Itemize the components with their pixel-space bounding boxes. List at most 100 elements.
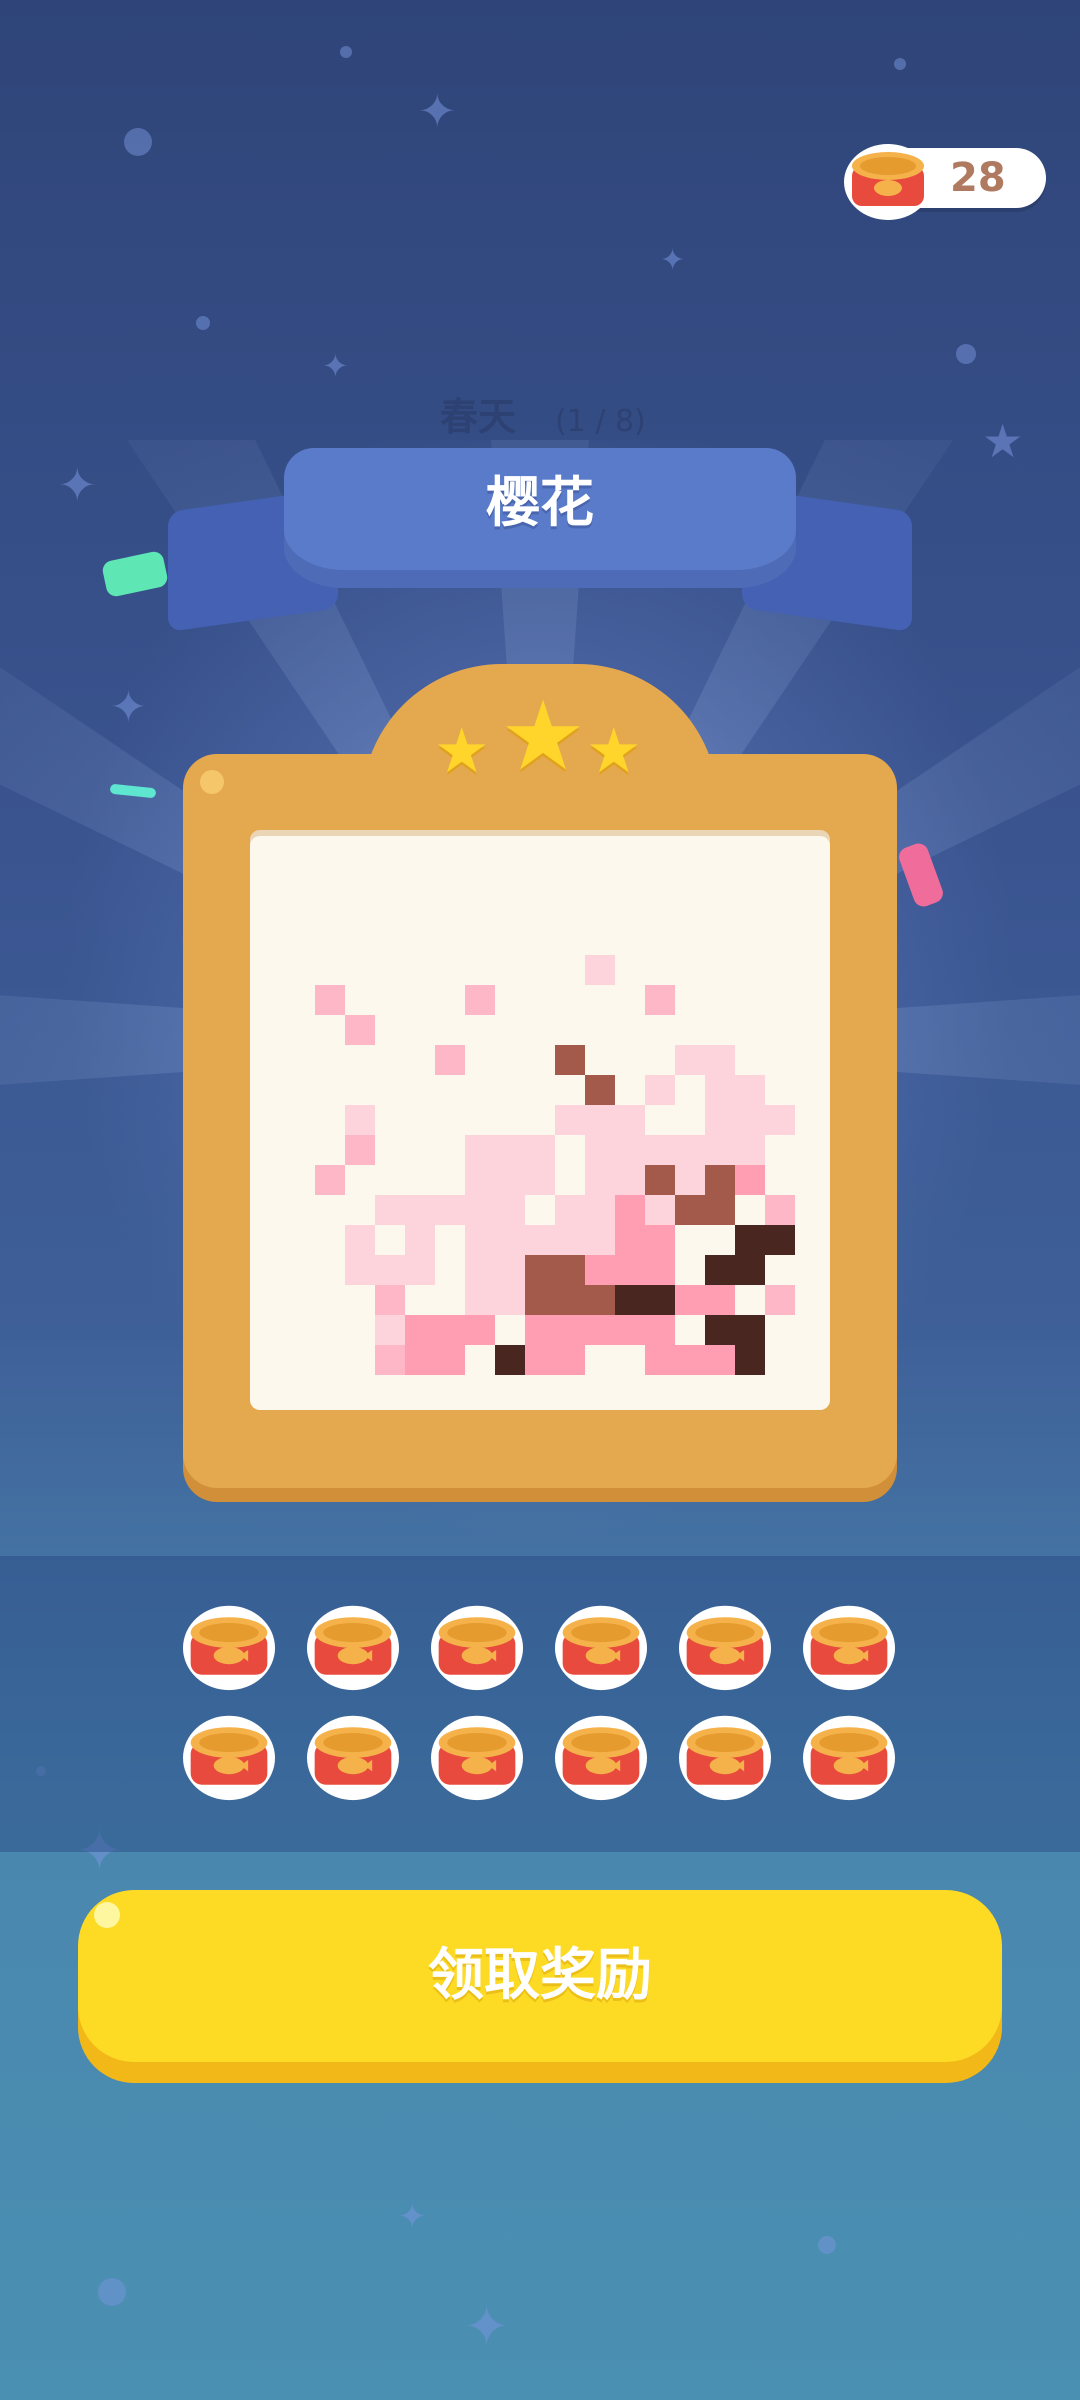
pixel-cell xyxy=(645,1345,675,1375)
pixel-cell xyxy=(585,955,615,985)
pixel-cell xyxy=(735,1255,765,1285)
pixel-cell xyxy=(465,1255,495,1285)
tuna-can-icon xyxy=(552,1710,650,1802)
pixel-cell xyxy=(735,1105,765,1135)
pixel-cell xyxy=(705,1135,735,1165)
tuna-can-icon xyxy=(676,1600,774,1692)
tuna-can-icon xyxy=(552,1600,650,1692)
pixel-cell xyxy=(735,1165,765,1195)
claim-reward-label: 领取奖励 xyxy=(428,1943,652,2008)
season-label: 春天 xyxy=(440,395,517,439)
pixel-cell xyxy=(675,1285,705,1315)
pixel-cell xyxy=(705,1285,735,1315)
star-icon: ★ xyxy=(500,680,587,792)
pixel-cell xyxy=(435,1045,465,1075)
pixel-cell xyxy=(555,1345,585,1375)
bubble-dot xyxy=(124,128,152,156)
star-icon: ★ xyxy=(434,714,490,787)
bubble-dot xyxy=(818,2236,836,2254)
pixel-cell xyxy=(615,1105,645,1135)
tuna-can-icon xyxy=(844,144,932,220)
pixel-cell xyxy=(405,1315,435,1345)
pixel-cell xyxy=(435,1345,465,1375)
pixel-cell xyxy=(615,1255,645,1285)
pixel-cell xyxy=(585,1255,615,1285)
pixel-cell xyxy=(495,1285,525,1315)
pixel-cell xyxy=(585,1105,615,1135)
button-highlight xyxy=(94,1902,120,1928)
pixel-cell xyxy=(525,1135,555,1165)
pixel-cell xyxy=(345,1105,375,1135)
pixel-cell xyxy=(645,1225,675,1255)
sparkle-icon: ✦ xyxy=(418,84,457,138)
pixel-cell xyxy=(735,1075,765,1105)
pixel-cell xyxy=(765,1195,795,1225)
tuna-can-icon xyxy=(304,1710,402,1802)
pixel-cell xyxy=(705,1345,735,1375)
pixel-cell xyxy=(675,1045,705,1075)
pixel-cell xyxy=(375,1285,405,1315)
pixel-cell xyxy=(615,1225,645,1255)
pixel-cell xyxy=(705,1045,735,1075)
pixel-cell xyxy=(525,1255,555,1285)
pixel-cell xyxy=(465,1165,495,1195)
pixel-cell xyxy=(525,1165,555,1195)
pixel-cell xyxy=(555,1285,585,1315)
sparkle-icon: ✦ xyxy=(660,243,686,278)
pixel-cell xyxy=(345,1255,375,1285)
pixel-cell xyxy=(705,1165,735,1195)
bubble-dot xyxy=(956,344,976,364)
tuna-can-icon xyxy=(180,1710,278,1802)
pixel-cell xyxy=(495,1135,525,1165)
pixel-cell xyxy=(705,1315,735,1345)
pixel-cell xyxy=(555,1255,585,1285)
sparkle-icon: ✦ xyxy=(464,2295,510,2358)
tuna-can-icon xyxy=(428,1710,526,1802)
tuna-can-icon xyxy=(428,1600,526,1692)
level-progress: (1 / 8) xyxy=(555,404,646,439)
pixel-cell xyxy=(465,1315,495,1345)
pixel-cell xyxy=(615,1135,645,1165)
pixel-art xyxy=(315,955,795,1375)
pixel-cell xyxy=(495,1255,525,1285)
tuna-can-icon xyxy=(800,1600,898,1692)
pixel-cell xyxy=(465,1195,495,1225)
pixel-cell xyxy=(555,1105,585,1135)
tuna-can-icon xyxy=(800,1710,898,1802)
pixel-cell xyxy=(645,1135,675,1165)
pixel-cell xyxy=(615,1195,645,1225)
pixel-cell xyxy=(645,985,675,1015)
bubble-dot xyxy=(98,2278,126,2306)
pixel-cell xyxy=(555,1315,585,1345)
pixel-cell xyxy=(735,1315,765,1345)
pixel-cell xyxy=(615,1285,645,1315)
pixel-cell xyxy=(555,1195,585,1225)
pixel-cell xyxy=(465,1285,495,1315)
pixel-cell xyxy=(375,1345,405,1375)
tuna-can-icon xyxy=(180,1600,278,1692)
pixel-cell xyxy=(315,1165,345,1195)
pixel-cell xyxy=(405,1255,435,1285)
bubble-dot xyxy=(340,46,352,58)
pixel-cell xyxy=(765,1225,795,1255)
pixel-cell xyxy=(735,1345,765,1375)
pixel-cell xyxy=(375,1255,405,1285)
star-icon: ★ xyxy=(586,714,642,787)
pixel-cell xyxy=(555,1225,585,1255)
pixel-cell xyxy=(585,1075,615,1105)
pixel-cell xyxy=(705,1075,735,1105)
pixel-cell xyxy=(555,1045,585,1075)
pixel-cell xyxy=(615,1315,645,1345)
pixel-cell xyxy=(375,1315,405,1345)
sparkle-icon: ✦ xyxy=(110,682,147,733)
pixel-cell xyxy=(645,1285,675,1315)
pixel-cell xyxy=(675,1345,705,1375)
pixel-cell xyxy=(345,1015,375,1045)
pixel-cell xyxy=(465,1135,495,1165)
pixel-cell xyxy=(495,1195,525,1225)
pixel-cell xyxy=(495,1165,525,1195)
frame-rivet xyxy=(200,770,224,794)
pixel-cell xyxy=(675,1135,705,1165)
pixel-cell xyxy=(675,1195,705,1225)
pixel-cell xyxy=(645,1195,675,1225)
